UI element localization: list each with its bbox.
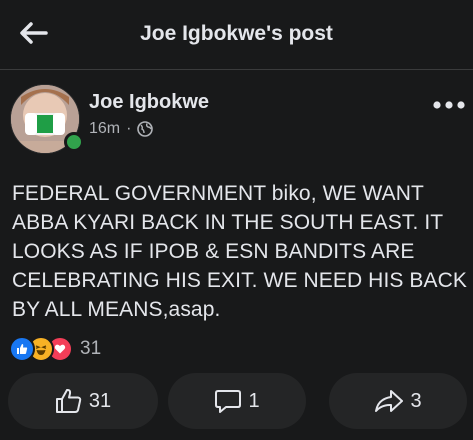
meta-separator: · (126, 120, 132, 137)
more-horizontal-icon (433, 101, 465, 109)
share-count: 3 (410, 389, 422, 412)
comment-count: 1 (248, 389, 260, 412)
comment-button[interactable]: 1 (168, 373, 306, 429)
like-count: 31 (88, 389, 112, 412)
author-avatar-container[interactable] (10, 84, 84, 154)
share-button[interactable]: 3 (329, 373, 467, 429)
post-time[interactable]: 16m (89, 120, 120, 138)
author-name[interactable]: Joe Igbokwe (89, 91, 209, 114)
globe-icon[interactable] (137, 121, 154, 137)
thumbs-up-icon (55, 388, 82, 413)
share-icon (375, 390, 404, 412)
post-meta: 16m · (89, 120, 154, 138)
comment-icon (215, 390, 242, 413)
like-button[interactable]: 31 (8, 373, 158, 429)
post-text: FEDERAL GOVERNMENT biko, WE WANT ABBA KY… (12, 182, 468, 321)
reaction-summary[interactable]: 31 (9, 336, 102, 362)
page-title: Joe Igbokwe's post (140, 22, 333, 45)
online-status-indicator (64, 132, 84, 152)
more-options-button[interactable] (432, 98, 466, 110)
reaction-count: 31 (80, 338, 102, 359)
like-icon (9, 336, 35, 362)
top-bar: Joe Igbokwe's post (0, 0, 473, 70)
